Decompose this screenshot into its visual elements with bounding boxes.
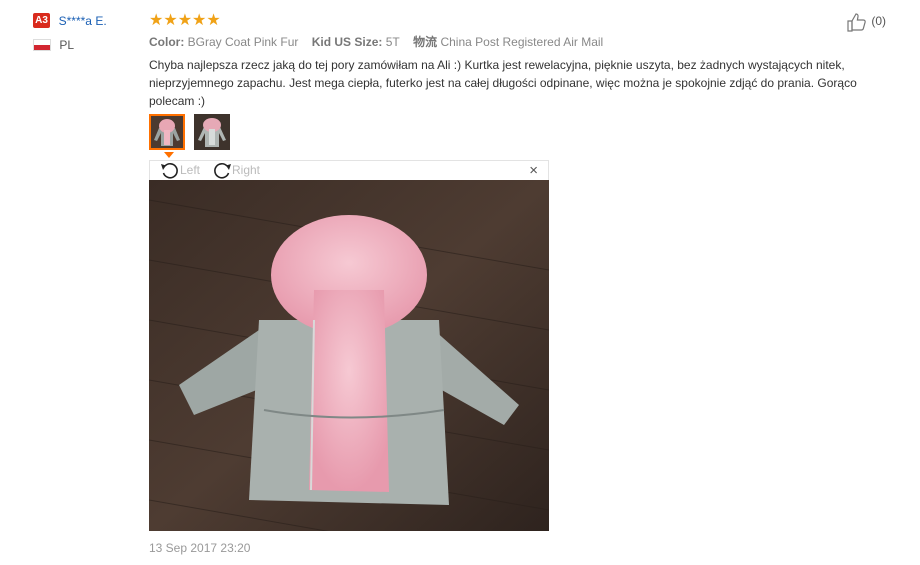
pink-fur-jacket-photo bbox=[149, 180, 549, 531]
attr-value-color: BGray Coat Pink Fur bbox=[187, 35, 299, 49]
review-text: Chyba najlepsza rzecz jaką do tej pory z… bbox=[149, 58, 857, 108]
rotate-right-icon bbox=[214, 162, 231, 179]
helpful-button[interactable]: (0) bbox=[846, 12, 886, 32]
buyer-row: A3 S****a E. bbox=[33, 12, 143, 29]
helpful-count: (0) bbox=[871, 14, 887, 29]
attr-value-shipping: China Post Registered Air Mail bbox=[440, 35, 604, 49]
jacket-thumbnail-image bbox=[151, 116, 183, 148]
buyer-level-badge: A3 bbox=[33, 13, 50, 29]
attr-key-color: Color: bbox=[149, 35, 185, 49]
photo-thumbnail-1[interactable] bbox=[149, 114, 185, 150]
attr-key-size: Kid US Size: bbox=[311, 35, 383, 49]
buyer-country: PL bbox=[33, 37, 143, 52]
thumbs-up-icon bbox=[847, 13, 866, 32]
review-photo-thumbnails bbox=[149, 114, 235, 153]
attr-value-size: 5T bbox=[385, 35, 400, 49]
poland-flag-icon bbox=[33, 38, 51, 51]
rotate-left-button[interactable]: Left bbox=[160, 162, 200, 180]
photo-viewer-toolbar: Left Right × bbox=[149, 160, 549, 180]
review-date: 13 Sep 2017 23:20 bbox=[149, 541, 251, 555]
active-thumbnail-indicator bbox=[164, 152, 174, 158]
close-viewer-button[interactable]: × bbox=[529, 162, 538, 179]
rotate-right-button[interactable]: Right bbox=[212, 162, 260, 180]
attr-key-shipping: 物流 bbox=[413, 35, 438, 49]
star-rating: ★★★★★ bbox=[149, 12, 221, 29]
rotate-left-label: Left bbox=[180, 163, 201, 178]
rotate-right-label: Right bbox=[232, 163, 261, 178]
review-photo-large bbox=[149, 180, 549, 531]
buyer-info: A3 S****a E. PL bbox=[33, 12, 143, 52]
rotate-left-icon bbox=[161, 162, 178, 179]
country-code: PL bbox=[59, 37, 75, 52]
buyer-name-link[interactable]: S****a E. bbox=[59, 14, 107, 28]
order-attributes: Color: BGray Coat Pink Fur Kid US Size: … bbox=[149, 33, 613, 50]
photo-thumbnail-2[interactable] bbox=[193, 114, 230, 150]
jacket-thumbnail-image bbox=[193, 114, 230, 150]
